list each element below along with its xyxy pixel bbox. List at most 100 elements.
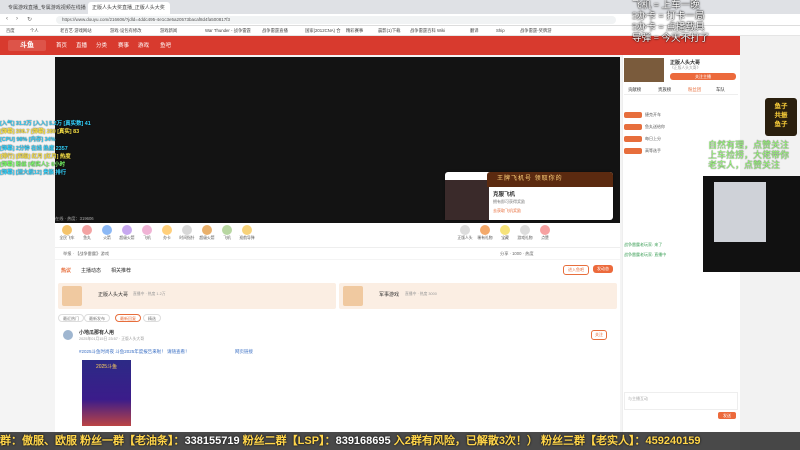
bookmark-item[interactable]: 个人	[30, 28, 39, 34]
room-info-bar: 举报 · 【战争雷霆】· 游戏 分享 · 1000 · 热度	[55, 247, 620, 259]
bookmark-item[interactable]: 国家(2012CNA) 合	[305, 28, 341, 34]
card-title: 军事游戏	[379, 292, 400, 298]
post-author[interactable]: 小地瓜那有人用	[79, 329, 114, 336]
post-filter-tabs: 最近热门 最新发布 最新回复 精选	[55, 312, 620, 324]
popup-title: 王牌飞机号 领取你的	[487, 172, 613, 187]
tab-team[interactable]: 车队	[716, 87, 725, 93]
follow-button[interactable]: 关注主播	[670, 73, 736, 80]
tab-fans[interactable]: 粉丝团	[688, 87, 701, 93]
gift-item[interactable]: 超级火箭	[197, 225, 217, 241]
bookmark-item[interactable]: War Thunder - 战争雷霆	[205, 28, 251, 34]
bookmark-item[interactable]: 游戏·设包有修改	[110, 28, 142, 34]
card-meta: 直播中 · 热度 1.2万	[133, 292, 166, 296]
filter-tab[interactable]: 精选	[143, 314, 161, 322]
gift-item[interactable]: 点赞	[535, 225, 555, 241]
nav-back-icon[interactable]: ‹	[6, 16, 8, 22]
send-button[interactable]: 发送	[718, 412, 736, 419]
gift-rules-overlay: 飞机 = 上车一晚 5办卡 = 打卡一局 5办卡 = 点播载具 导弹 = 今天不…	[632, 0, 710, 44]
recommend-cards: 正版人头大哥 直播中 · 热度 1.2万 军事游戏 直播中 · 热度 3000	[55, 280, 620, 312]
gift-item[interactable]: 超级火箭	[117, 225, 137, 241]
chat-message: 战争雷霆老玩家: 直播中	[624, 252, 667, 257]
scrolling-ticker: 群：傲服、欧服 粉丝一群【老油条】：338155719 粉丝二群【LSP】：83…	[0, 432, 800, 450]
nav-forward-icon[interactable]: ›	[16, 16, 18, 22]
rank-row[interactable]: 高等选手	[624, 148, 661, 156]
nav-item-live[interactable]: 直播	[76, 41, 87, 49]
fan-badge: 鱼子 共振 鱼子	[765, 98, 797, 136]
post-link[interactable]: 网页链接	[235, 349, 253, 355]
filter-tab-active[interactable]: 最新回复	[115, 314, 141, 322]
chat-input[interactable]: 与主播互动	[624, 392, 738, 410]
stats-overlay: [入气] 31.2万 [入入] 5.2万 [真实数] 41 [弹幕] 206.7…	[0, 121, 91, 177]
gift-item[interactable]: 飞机	[217, 225, 237, 241]
bookmark-item[interactable]: Ship	[496, 28, 505, 33]
tab-anchor-posts[interactable]: 主播动态	[81, 267, 101, 274]
rank-row[interactable]: 每日上分	[624, 136, 661, 144]
card-title: 正版人头大哥	[98, 292, 129, 298]
gift-item[interactable]: 鱼丸	[77, 225, 97, 241]
bookmark-item[interactable]: 晨影(1)下载	[378, 28, 400, 34]
nav-item-games[interactable]: 游戏	[138, 41, 149, 49]
avatar[interactable]	[63, 330, 73, 340]
card-thumbnail	[343, 286, 363, 306]
card-thumbnail	[62, 286, 82, 306]
bookmark-item[interactable]: 老百艺·游戏网站	[60, 28, 92, 34]
gift-item[interactable]: 时间指针	[177, 225, 197, 241]
room-stats: 分享 · 1000 · 热度	[500, 251, 534, 256]
follow-author-button[interactable]: 关注	[591, 330, 607, 340]
bookmark-item[interactable]: 战争雷霆百科 Wiki	[410, 28, 445, 34]
enter-fishbar-button[interactable]: 进入鱼吧	[563, 265, 589, 275]
gift-item[interactable]: 火箭	[97, 225, 117, 241]
nav-item-events[interactable]: 赛事	[118, 41, 129, 49]
popup-name: 克服飞机	[493, 192, 516, 198]
rank-row[interactable]: 捷克开车	[624, 112, 661, 120]
webcam-monitor	[714, 182, 766, 242]
bookmark-item[interactable]: 战争雷霆-奖牌游	[520, 28, 552, 34]
report-link[interactable]: 举报 · 【战争雷霆】· 游戏	[63, 251, 109, 257]
anchor-subtitle: 《正版人头大哥》	[670, 66, 701, 70]
tab-hot[interactable]: 热议	[61, 267, 71, 274]
gift-item[interactable]: 办卡	[157, 225, 177, 241]
browser-tab-active[interactable]: 正版人头大奖直播_正版人头大奖	[88, 2, 170, 14]
tab-recommend[interactable]: 相关推荐	[111, 267, 131, 274]
browser-tab[interactable]: 专属游戏直播_专属游戏视频在线播放	[4, 2, 86, 14]
bookmark-item[interactable]: 游戏新闻	[160, 28, 177, 34]
gift-bar: 全民飞车 鱼丸 火箭 超级火箭 飞机 办卡 时间指针 超级火箭 飞机 巡航导弹 …	[55, 223, 620, 247]
popup-link[interactable]: 去获取飞机奖励	[493, 208, 521, 214]
tab-contribution[interactable]: 贡献榜	[628, 87, 641, 93]
gift-item[interactable]: 稀有礼物	[475, 225, 495, 241]
gift-item[interactable]: 巡航导弹	[237, 225, 257, 241]
reload-icon[interactable]: ↻	[27, 16, 32, 23]
filter-tab[interactable]: 最新发布	[84, 314, 110, 322]
post-button[interactable]: 发动态	[593, 265, 613, 273]
nav-item-category[interactable]: 分类	[96, 41, 107, 49]
post-time: 2025年01月15日 23:57 · 正版人头大哥	[79, 337, 144, 341]
nav-item-fishbar[interactable]: 鱼吧	[160, 41, 171, 49]
bookmark-item[interactable]: 百度	[6, 28, 15, 34]
nav-item-home[interactable]: 首页	[56, 41, 67, 49]
gift-item[interactable]: 正版人头	[455, 225, 475, 241]
rank-row[interactable]: 鱼丸送给你	[624, 124, 665, 132]
bookmark-item[interactable]: 精彩赛事	[346, 28, 363, 34]
viewer-count: 在线 · 热度：319606	[55, 216, 94, 221]
url-input[interactable]: https://www.douyu.com/216606/?jdld=4ddc4…	[56, 16, 616, 24]
rank-tabs: 贡献榜 贵族榜 粉丝团 车队	[624, 85, 738, 95]
gift-item[interactable]: 全民飞车	[57, 225, 77, 241]
gift-item[interactable]: 宝藏	[495, 225, 515, 241]
recommend-card[interactable]: 军事游戏 直播中 · 热度 3000	[339, 283, 617, 309]
bookmark-item[interactable]: 翻译	[470, 28, 479, 34]
recommend-card[interactable]: 正版人头大哥 直播中 · 热度 1.2万	[58, 283, 336, 309]
gift-item[interactable]: 飞机	[137, 225, 157, 241]
chat-message: 战争雷霆老玩家: 来了	[624, 242, 663, 247]
post-text: #2025斗鱼时尚夜 斗鱼2025年度报告来啦！ 请随查看！	[79, 349, 190, 354]
tab-noble[interactable]: 贵族榜	[658, 87, 671, 93]
filter-tab[interactable]: 最近热门	[58, 314, 84, 322]
anchor-name: 正版人头大哥	[670, 60, 701, 66]
card-meta: 直播中 · 热度 3000	[405, 292, 437, 296]
gift-item[interactable]: 游戏礼物	[515, 225, 535, 241]
bookmark-item[interactable]: 战争雷霆直播	[262, 28, 288, 34]
green-overlay-text: 自然有理，点赞关注 上车捡捞，大佬带你 老实人，点赞关注	[708, 140, 790, 170]
site-logo[interactable]: 斗鱼	[8, 40, 46, 51]
post-image[interactable]: 2025斗鱼	[82, 360, 131, 426]
popup-avatar	[445, 180, 489, 220]
anchor-avatar[interactable]	[624, 58, 664, 82]
